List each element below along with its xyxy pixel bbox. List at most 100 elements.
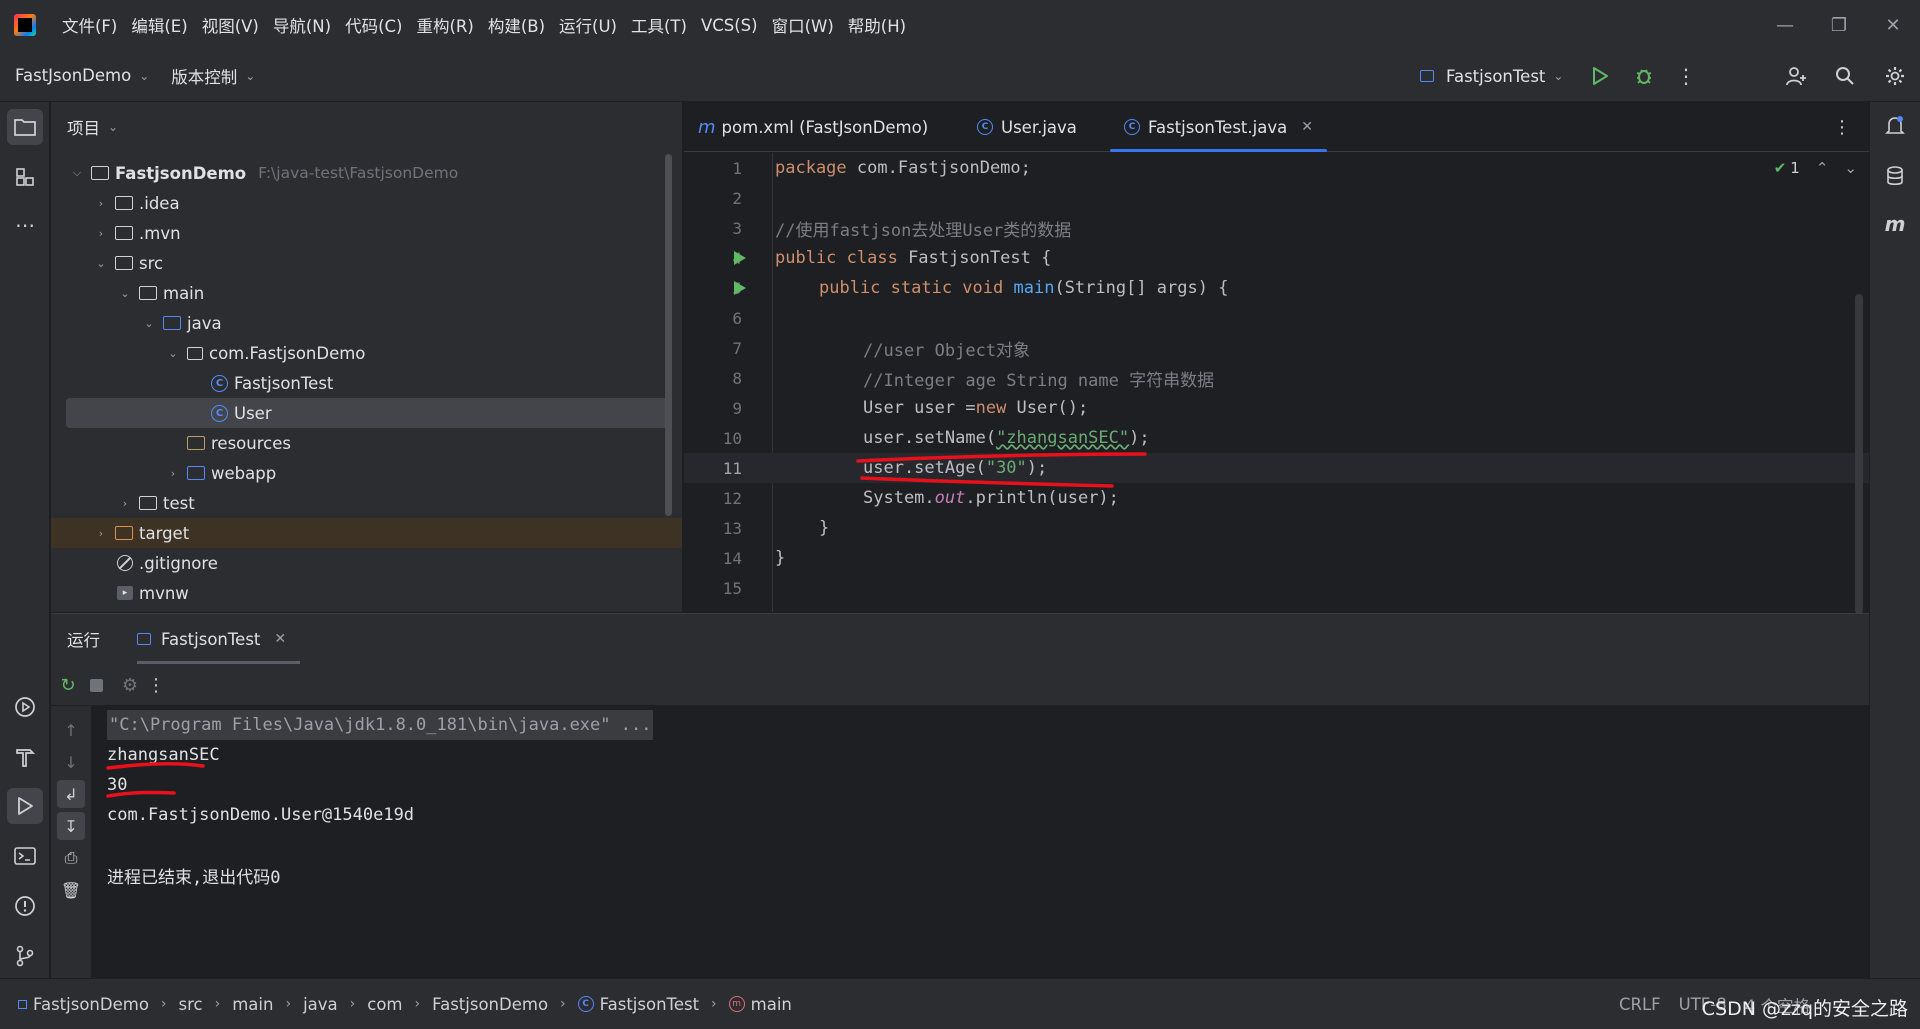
chevron-right-icon[interactable]: › <box>93 197 109 210</box>
search-icon[interactable] <box>1827 50 1863 102</box>
structure-icon[interactable] <box>7 159 43 195</box>
chevron-down-icon[interactable]: ⌄ <box>93 257 109 270</box>
code-string: "30" <box>985 458 1027 478</box>
run-config-selector[interactable]: FastjsonTest ⌄ <box>1420 50 1563 102</box>
tree-node-package[interactable]: ⌄ com.FastjsonDemo <box>51 338 667 368</box>
tree-node-label: src <box>139 253 164 273</box>
arrow-down-icon[interactable]: ↓ <box>57 748 85 776</box>
tree-node-target[interactable]: › target <box>51 518 682 548</box>
terminal-icon[interactable] <box>7 838 43 874</box>
editor-scrollbar[interactable] <box>1855 294 1863 614</box>
breadcrumb-project[interactable]: FastjsonDemo <box>18 995 149 1014</box>
breadcrumb-java[interactable]: java <box>303 995 338 1014</box>
tree-node-resources[interactable]: resources <box>51 428 667 458</box>
tab-user-java[interactable]: C User.java <box>977 102 1077 152</box>
tree-node-fastjsontest[interactable]: C FastjsonTest <box>51 368 667 398</box>
database-icon[interactable] <box>1877 158 1913 194</box>
breadcrumb-src[interactable]: src <box>179 995 203 1014</box>
close-tab-icon[interactable]: ✕ <box>1301 119 1313 135</box>
problems-icon[interactable] <box>7 888 43 924</box>
restore-icon[interactable]: ❐ <box>1812 0 1866 50</box>
breadcrumb-main[interactable]: main <box>232 995 273 1014</box>
project-panel-header[interactable]: 项目 ⌄ <box>51 102 682 152</box>
tree-node-mvn[interactable]: › .mvn <box>51 218 667 248</box>
chevron-down-icon[interactable]: ⌵ <box>69 166 85 180</box>
run-icon[interactable] <box>1582 50 1618 102</box>
chevron-right-icon[interactable]: › <box>117 497 133 510</box>
vcs-dropdown[interactable]: 版本控制 ⌄ <box>171 64 255 88</box>
menu-navigate[interactable]: 导航(N) <box>273 13 331 37</box>
notifications-bell-icon[interactable] <box>1877 108 1913 144</box>
tree-node-idea[interactable]: › .idea <box>51 188 667 218</box>
run-gutter-icon[interactable] <box>734 281 746 295</box>
run-tool-icon[interactable] <box>7 788 43 824</box>
tree-node-src[interactable]: ⌄ src <box>51 248 667 278</box>
menu-vcs[interactable]: VCS(S) <box>701 16 758 35</box>
run-tab-fastjsontest[interactable]: FastjsonTest ✕ <box>137 614 301 664</box>
menu-code[interactable]: 代码(C) <box>345 13 402 37</box>
stop-icon[interactable] <box>81 664 111 706</box>
add-user-icon[interactable] <box>1778 50 1814 102</box>
menu-help[interactable]: 帮助(H) <box>848 13 906 37</box>
more-tools-icon[interactable]: ⋯ <box>7 207 43 243</box>
chevron-down-icon[interactable]: ⌄ <box>117 287 133 300</box>
breadcrumb-class[interactable]: C FastjsonTest <box>577 995 699 1014</box>
console-output[interactable]: "C:\Program Files\Java\jdk1.8.0_181\bin\… <box>107 710 654 890</box>
tree-node-project-root[interactable]: ⌵ FastjsonDemo F:\java-test\FastjsonDemo <box>51 158 667 188</box>
tree-node-test[interactable]: › test <box>51 488 667 518</box>
services-icon[interactable] <box>7 689 43 725</box>
close-run-tab-icon[interactable]: ✕ <box>274 631 286 647</box>
tree-node-java[interactable]: ⌄ java <box>51 308 667 338</box>
code-line: 14 } <box>684 543 1869 573</box>
tree-node-main[interactable]: ⌄ main <box>51 278 667 308</box>
breadcrumb-method[interactable]: m main <box>728 995 792 1014</box>
tabs-more-icon[interactable]: ⋮ <box>1833 102 1851 152</box>
more-actions-icon[interactable]: ⋮ <box>1668 50 1704 102</box>
chevron-down-icon[interactable]: ⌄ <box>165 347 181 360</box>
menu-file[interactable]: 文件(F) <box>62 13 117 37</box>
project-scrollbar[interactable] <box>665 154 672 516</box>
breadcrumb-com[interactable]: com <box>367 995 402 1014</box>
breadcrumb-fastjsondemo[interactable]: FastjsonDemo <box>432 995 548 1014</box>
run-gutter-icon[interactable] <box>734 251 746 265</box>
more-run-actions-icon[interactable]: ⋮ <box>141 664 171 706</box>
menu-run[interactable]: 运行(U) <box>559 13 617 37</box>
close-window-icon[interactable]: ✕ <box>1866 0 1920 50</box>
debug-icon[interactable] <box>1626 50 1662 102</box>
soft-wrap-icon[interactable]: ↲ <box>57 780 85 808</box>
menu-window[interactable]: 窗口(W) <box>772 13 834 37</box>
menu-tools[interactable]: 工具(T) <box>631 13 687 37</box>
build-hammer-icon[interactable] <box>7 739 43 775</box>
settings-gear-icon[interactable] <box>1877 50 1913 102</box>
maven-icon[interactable]: m <box>1877 206 1913 242</box>
code-area[interactable]: 1 package com.FastjsonDemo; 2 3 //使用fast… <box>684 153 1869 612</box>
arrow-up-icon[interactable]: ↑ <box>57 716 85 744</box>
git-branch-icon[interactable] <box>7 938 43 974</box>
menu-build[interactable]: 构建(B) <box>488 13 545 37</box>
run-actions-toolbar: ↻ ⚙ ⋮ <box>51 664 1869 706</box>
tab-fastjsontest-java[interactable]: C FastjsonTest.java ✕ <box>1110 102 1327 152</box>
tree-node-mvnw[interactable]: ▸ mvnw <box>51 578 667 608</box>
chevron-down-icon[interactable]: ⌄ <box>141 317 157 330</box>
chevron-right-icon[interactable]: › <box>165 467 181 480</box>
minimize-icon[interactable]: — <box>1758 0 1812 50</box>
menu-edit[interactable]: 编辑(E) <box>131 13 187 37</box>
project-folder-icon[interactable] <box>7 109 43 145</box>
tree-node-webapp[interactable]: › webapp <box>51 458 667 488</box>
line-separator-indicator[interactable]: CRLF <box>1619 995 1661 1014</box>
scroll-to-end-icon[interactable]: ↧ <box>57 812 85 840</box>
print-icon[interactable]: ⎙ <box>57 844 85 872</box>
tab-pom-xml[interactable]: m pom.xml (FastJsonDemo) <box>698 102 928 152</box>
chevron-right-icon[interactable]: › <box>93 227 109 240</box>
web-folder-icon <box>187 466 205 480</box>
project-switcher[interactable]: FastJsonDemo ⌄ <box>15 66 149 85</box>
rerun-icon[interactable]: ↻ <box>53 664 83 706</box>
code-token: main <box>1013 278 1055 298</box>
chevron-right-icon[interactable]: › <box>93 527 109 540</box>
menu-view[interactable]: 视图(V) <box>202 13 259 37</box>
menu-refactor[interactable]: 重构(R) <box>416 13 473 37</box>
breadcrumb-label: com <box>367 994 403 1014</box>
trash-icon[interactable]: 🗑 <box>57 876 85 904</box>
tree-node-user[interactable]: C User <box>66 398 667 428</box>
tree-node-gitignore[interactable]: .gitignore <box>51 548 667 578</box>
